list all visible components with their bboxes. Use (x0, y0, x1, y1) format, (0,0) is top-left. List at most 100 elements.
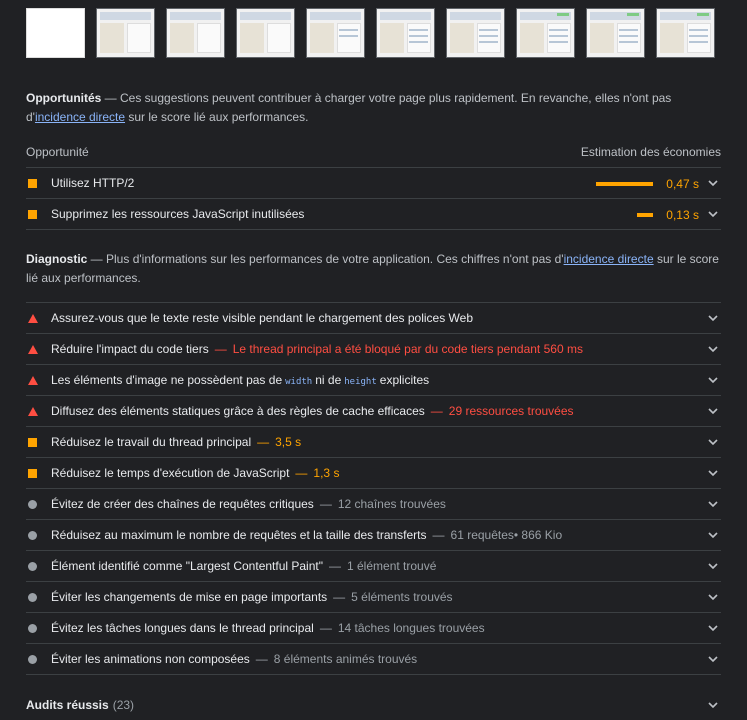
column-opportunity: Opportunité (26, 145, 89, 159)
passed-audits-label: Audits réussis (26, 697, 109, 712)
info-circle-icon (28, 499, 37, 509)
chevron-down-icon[interactable] (707, 591, 719, 603)
detail-separator: — (430, 404, 443, 418)
diagnostic-row[interactable]: Diffusez des éléments statiques grâce à … (26, 395, 721, 426)
code-width: width (285, 377, 313, 387)
warn-square-icon (28, 468, 37, 478)
diagnostic-row[interactable]: Réduire l'impact du code tiers — Le thread… (26, 333, 721, 364)
filmstrip-frame (586, 8, 645, 58)
chevron-down-icon[interactable] (707, 312, 719, 324)
filmstrip-frame (306, 8, 365, 58)
info-circle-icon (28, 654, 37, 664)
diagnostics-heading: Diagnostic (26, 252, 88, 266)
detail-separator: — (319, 497, 332, 511)
warn-square-icon (28, 178, 37, 188)
audit-title: Évitez de créer des chaînes de requêtes … (51, 497, 314, 511)
audit-detail: 1 élément trouvé (347, 559, 437, 573)
audit-detail: Le thread principal a été bloqué par du … (232, 342, 583, 356)
audit-detail: 29 ressources trouvées (448, 404, 574, 418)
chevron-down-icon[interactable] (707, 436, 719, 448)
audit-detail: 5 éléments trouvés (351, 590, 453, 604)
diagnostic-row[interactable]: Élément identifié comme "Largest Content… (26, 550, 721, 581)
detail-separator: — (319, 621, 332, 635)
opportunities-intro-tail: sur le score lié aux performances. (125, 110, 309, 124)
diagnostics-intro-text: — Plus d'informations sur les performanc… (87, 252, 564, 266)
detail-separator: — (214, 342, 227, 356)
chevron-down-icon[interactable] (707, 177, 719, 189)
audit-title: Éviter les animations non composées (51, 652, 250, 666)
audit-title: Utilisez HTTP/2 (51, 176, 135, 190)
chevron-down-icon[interactable] (707, 560, 719, 572)
filmstrip-frame (656, 8, 715, 58)
opportunity-row-unused-js[interactable]: Supprimez les ressources JavaScript inut… (26, 198, 721, 230)
audit-detail: 14 tâches longues trouvées (337, 621, 485, 635)
filmstrip-frame (166, 8, 225, 58)
opportunities-heading: Opportunités (26, 91, 102, 105)
audit-detail: 12 chaînes trouvées (337, 497, 446, 511)
diagnostic-row[interactable]: Réduisez au maximum le nombre de requête… (26, 519, 721, 550)
savings-bar (596, 181, 654, 186)
filmstrip-frame (236, 8, 295, 58)
fail-triangle-icon (28, 344, 38, 354)
diagnostic-row[interactable]: Assurez-vous que le texte reste visible … (26, 302, 721, 333)
detail-separator: — (295, 466, 308, 480)
code-height: height (344, 377, 377, 387)
chevron-down-icon[interactable] (707, 405, 719, 417)
chevron-down-icon[interactable] (707, 343, 719, 355)
info-circle-icon (28, 561, 37, 571)
chevron-down-icon[interactable] (707, 622, 719, 634)
detail-separator: — (255, 652, 268, 666)
diagnostic-row[interactable]: Évitez de créer des chaînes de requêtes … (26, 488, 721, 519)
audit-title: Réduisez le temps d'exécution de JavaScr… (51, 466, 290, 480)
opportunity-row-http2[interactable]: Utilisez HTTP/2 0,47 s (26, 167, 721, 198)
audit-detail: 3,5 s (275, 435, 302, 449)
audit-title-part: explicites (379, 373, 430, 387)
chevron-down-icon[interactable] (707, 208, 719, 220)
chevron-down-icon[interactable] (707, 529, 719, 541)
info-circle-icon (28, 530, 37, 540)
savings-value: 0,47 s (666, 176, 699, 191)
diagnostic-row[interactable]: Évitez les tâches longues dans le thread… (26, 612, 721, 643)
audit-title-part: ni de (315, 373, 342, 387)
opportunities-incidence-link[interactable]: incidence directe (35, 110, 125, 124)
audit-title: Éviter les changements de mise en page i… (51, 590, 328, 604)
audit-detail: 1,3 s (313, 466, 340, 480)
detail-separator: — (333, 590, 346, 604)
audit-title: Assurez-vous que le texte reste visible … (51, 311, 474, 325)
diagnostics-incidence-link[interactable]: incidence directe (564, 252, 654, 266)
diagnostic-row[interactable]: Les éléments d'image ne possèdent pas de… (26, 364, 721, 395)
audit-detail: 8 éléments animés trouvés (273, 652, 418, 666)
diagnostic-row[interactable]: Réduisez le temps d'exécution de JavaScr… (26, 457, 721, 488)
savings-bar (637, 212, 654, 217)
audit-title: Supprimez les ressources JavaScript inut… (51, 207, 305, 221)
diagnostics-intro: Diagnostic — Plus d'informations sur les… (26, 250, 721, 288)
savings-value: 0,13 s (666, 207, 699, 222)
info-circle-icon (28, 623, 37, 633)
diagnostic-row[interactable]: Réduisez le travail du thread principal —… (26, 426, 721, 457)
chevron-down-icon[interactable] (707, 699, 719, 711)
fail-triangle-icon (28, 406, 38, 416)
chevron-down-icon[interactable] (707, 653, 719, 665)
info-circle-icon (28, 592, 37, 602)
opportunities-intro: Opportunités — Ces suggestions peuvent c… (26, 89, 721, 127)
audit-title: Évitez les tâches longues dans le thread… (51, 621, 314, 635)
filmstrip-frame (516, 8, 575, 58)
passed-audits-count: (23) (112, 697, 135, 712)
filmstrip-frame (96, 8, 155, 58)
diagnostic-row[interactable]: Éviter les changements de mise en page i… (26, 581, 721, 612)
passed-audits-row[interactable]: Audits réussis (23) (26, 689, 721, 720)
chevron-down-icon[interactable] (707, 374, 719, 386)
audit-detail: 61 requêtes• 866 Kio (450, 528, 563, 542)
detail-separator: — (329, 559, 341, 573)
chevron-down-icon[interactable] (707, 467, 719, 479)
opportunities-column-header: Opportunité Estimation des économies (26, 145, 721, 159)
detail-separator: — (257, 435, 270, 449)
fail-triangle-icon (28, 313, 38, 323)
detail-separator: — (432, 528, 445, 542)
diagnostic-row[interactable]: Éviter les animations non composées — 8 él… (26, 643, 721, 675)
audit-title-part: Les éléments d'image ne possèdent pas de (51, 373, 283, 387)
filmstrip (26, 8, 715, 58)
chevron-down-icon[interactable] (707, 498, 719, 510)
audit-title: Diffusez des éléments statiques grâce à … (51, 404, 425, 418)
audit-title: Réduisez le travail du thread principal (51, 435, 252, 449)
